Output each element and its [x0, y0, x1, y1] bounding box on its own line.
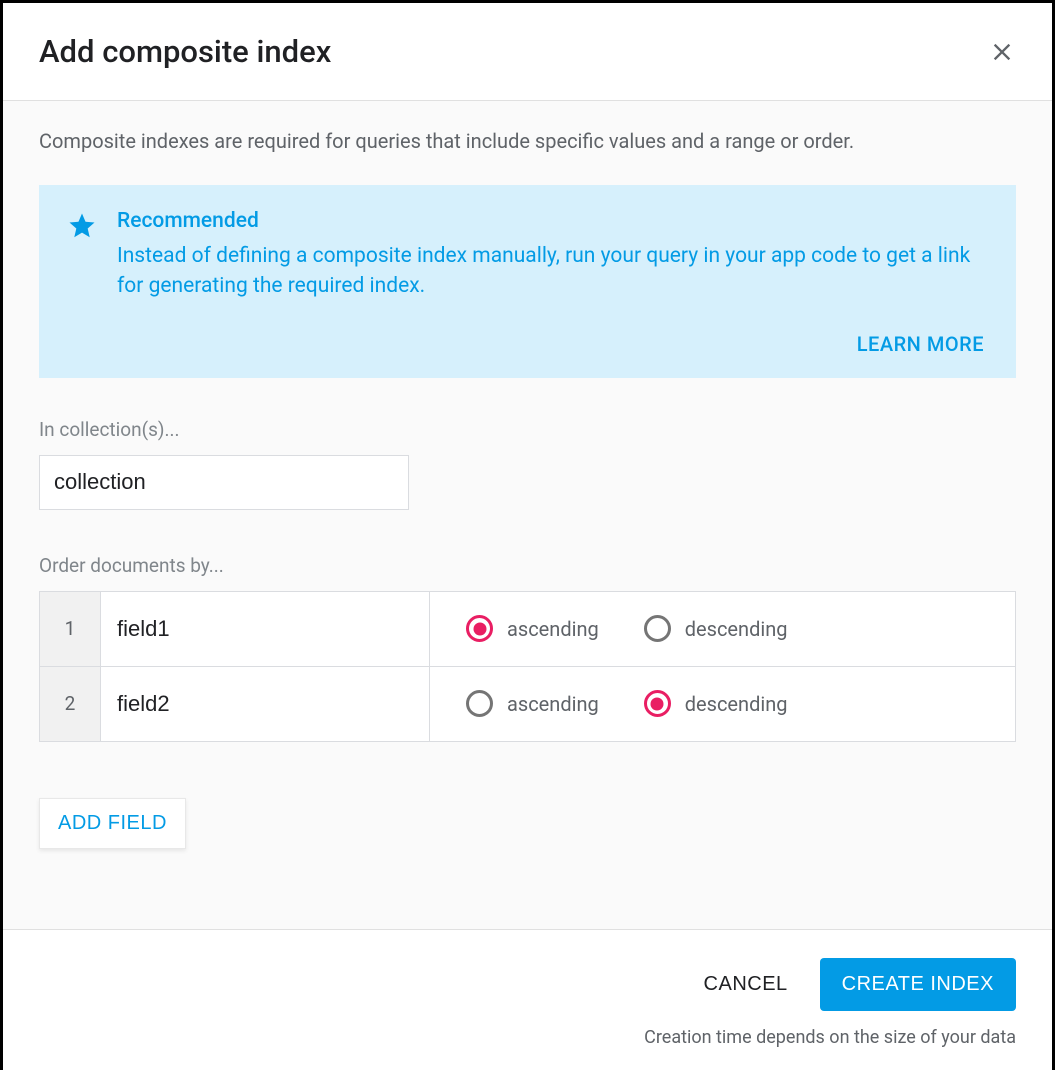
- radio-ascending[interactable]: ascending: [466, 690, 599, 717]
- collection-label: In collection(s)...: [39, 418, 1016, 441]
- field-name-input[interactable]: [101, 592, 429, 666]
- dialog-title: Add composite index: [39, 33, 331, 70]
- radio-label: descending: [685, 692, 788, 716]
- order-label: Order documents by...: [39, 554, 1016, 577]
- radio-circle-checked-icon: [466, 615, 493, 642]
- learn-more-link[interactable]: LEARN MORE: [857, 332, 984, 356]
- radio-descending[interactable]: descending: [644, 615, 788, 642]
- row-number: 2: [40, 667, 101, 741]
- cancel-button[interactable]: CANCEL: [704, 973, 788, 996]
- banner-top: Recommended Instead of defining a compos…: [67, 209, 984, 302]
- create-index-button[interactable]: CREATE INDEX: [820, 958, 1016, 1011]
- order-section: Order documents by... 1 ascending: [39, 554, 1016, 849]
- footer-note: Creation time depends on the size of you…: [39, 1027, 1016, 1048]
- add-composite-index-dialog: Add composite index Composite indexes ar…: [0, 0, 1055, 1070]
- recommendation-banner: Recommended Instead of defining a compos…: [39, 185, 1016, 378]
- close-icon[interactable]: [988, 38, 1016, 66]
- field-name-cell: [101, 592, 430, 666]
- dialog-footer: CANCEL CREATE INDEX Creation time depend…: [3, 929, 1052, 1072]
- banner-content: Recommended Instead of defining a compos…: [117, 209, 984, 302]
- radio-label: ascending: [507, 617, 599, 641]
- dialog-description: Composite indexes are required for queri…: [39, 129, 1016, 153]
- field-row: 1 ascending descending: [40, 592, 1015, 667]
- field-name-input[interactable]: [101, 667, 429, 741]
- radio-ascending[interactable]: ascending: [466, 615, 599, 642]
- radio-label: ascending: [507, 692, 599, 716]
- collection-input[interactable]: [39, 455, 409, 510]
- footer-buttons: CANCEL CREATE INDEX: [39, 958, 1016, 1011]
- dialog-header: Add composite index: [3, 3, 1052, 101]
- collection-section: In collection(s)...: [39, 418, 1016, 510]
- radio-cell: ascending descending: [430, 667, 1015, 741]
- fields-table: 1 ascending descending: [39, 591, 1016, 742]
- add-field-button[interactable]: ADD FIELD: [39, 798, 186, 849]
- radio-cell: ascending descending: [430, 592, 1015, 666]
- star-icon: [67, 211, 97, 241]
- radio-label: descending: [685, 617, 788, 641]
- row-number: 1: [40, 592, 101, 666]
- radio-circle-unchecked-icon: [466, 690, 493, 717]
- banner-actions: LEARN MORE: [67, 332, 984, 356]
- radio-circle-checked-icon: [644, 690, 671, 717]
- field-row: 2 ascending descending: [40, 667, 1015, 742]
- field-name-cell: [101, 667, 430, 741]
- banner-text: Instead of defining a composite index ma…: [117, 241, 984, 302]
- dialog-body: Composite indexes are required for queri…: [3, 101, 1052, 929]
- banner-title: Recommended: [117, 209, 984, 233]
- radio-descending[interactable]: descending: [644, 690, 788, 717]
- radio-circle-unchecked-icon: [644, 615, 671, 642]
